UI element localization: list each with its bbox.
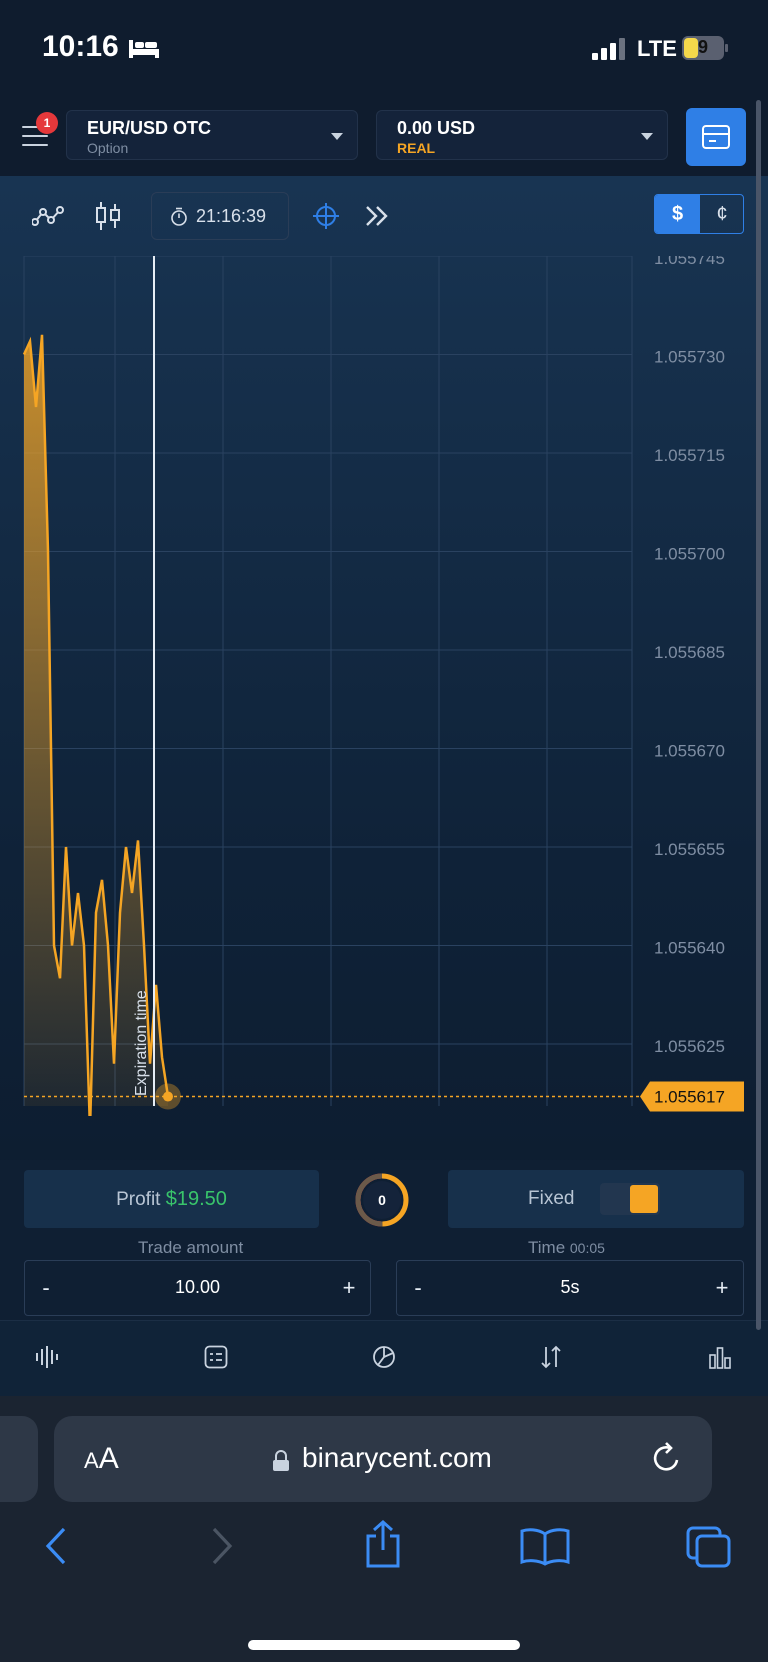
switch-knob	[630, 1185, 658, 1213]
trade-amount-stepper: - 10.00 +	[24, 1260, 371, 1316]
time-label-text: Time	[528, 1238, 566, 1257]
expiration-label: Expiration time	[133, 990, 150, 1096]
signal-icon	[592, 38, 625, 60]
asset-type: Option	[87, 140, 129, 156]
current-price-dot	[163, 1091, 173, 1102]
currency-usd-option[interactable]: $	[655, 195, 700, 233]
timer-value: 21:16:39	[196, 206, 267, 226]
chevron-down-icon	[331, 133, 343, 140]
sentiment-value: 0	[378, 1192, 386, 1208]
asset-selector[interactable]: EUR/USD OTC Option	[66, 110, 358, 160]
chart-grid	[23, 256, 633, 1106]
chart-toolbar: 21:16:39 $ ¢	[0, 192, 768, 248]
pie-chart-icon[interactable]	[372, 1345, 396, 1369]
fixed-label: Fixed	[528, 1188, 575, 1209]
expiry-timer[interactable]: 21:16:39	[151, 192, 289, 240]
currency-toggle[interactable]: $ ¢	[654, 194, 744, 234]
status-time: 10:16	[42, 30, 119, 63]
fixed-switch[interactable]	[600, 1183, 660, 1215]
bed-icon	[129, 40, 159, 58]
arrows-icon[interactable]	[540, 1345, 562, 1369]
chevron-down-icon	[641, 133, 653, 140]
time-label: Time 00:05	[528, 1238, 605, 1258]
trade-amount-label: Trade amount	[138, 1238, 244, 1257]
y-tick-label: 1.055625	[654, 1037, 725, 1056]
y-tick-label: 1.055685	[654, 643, 725, 662]
y-tick-label: 1.055745	[654, 256, 725, 268]
chevron-double-right-icon[interactable]	[364, 204, 390, 228]
network-label: LTE	[637, 36, 677, 61]
time-increase-button[interactable]: +	[707, 1275, 737, 1301]
y-tick-label: 1.055730	[654, 348, 725, 367]
sentiment-ring[interactable]: 0	[354, 1172, 410, 1228]
wallet-icon	[702, 125, 730, 149]
time-countdown: 00:05	[569, 1240, 605, 1256]
balance-selector[interactable]: 0.00 USD REAL	[376, 110, 668, 160]
current-price-tag: 1.055617	[640, 1081, 744, 1112]
balance-amount: 0.00 USD	[397, 118, 476, 138]
lock-icon	[273, 1450, 289, 1471]
battery-level: 9	[697, 37, 708, 57]
y-tick-label: 1.055670	[654, 742, 725, 761]
trade-amount-value[interactable]: 10.00	[65, 1277, 330, 1298]
y-tick-label: 1.055700	[654, 545, 725, 564]
current-price-value: 1.055617	[654, 1088, 725, 1107]
time-decrease-button[interactable]: -	[403, 1275, 433, 1301]
y-tick-label: 1.055715	[654, 446, 725, 465]
status-bar: 10:16 LTE 9	[0, 0, 768, 96]
chart-area[interactable]: 21:16:39 $ ¢ Expiration time 1.055745 1.…	[0, 176, 768, 1320]
account-type: REAL	[397, 140, 436, 156]
fixed-toggle-box: Fixed	[448, 1170, 744, 1228]
signals-icon[interactable]	[34, 1345, 60, 1369]
home-indicator	[248, 1640, 520, 1650]
previous-tab-preview[interactable]	[0, 1416, 38, 1502]
time-stepper: - 5s +	[396, 1260, 744, 1316]
deposit-button[interactable]	[686, 108, 746, 166]
browser-chrome: AA binarycent.com	[0, 1396, 768, 1662]
app-header: 1 EUR/USD OTC Option 0.00 USD REAL	[0, 96, 768, 176]
url-text[interactable]: binarycent.com	[302, 1442, 492, 1474]
reload-icon[interactable]	[650, 1440, 684, 1476]
battery-icon: 9	[682, 36, 728, 60]
price-chart[interactable]: Expiration time 1.055745 1.055730 1.055715…	[0, 256, 768, 1116]
checklist-icon[interactable]	[204, 1345, 228, 1369]
timer-icon	[171, 207, 187, 226]
indicators-icon[interactable]	[32, 206, 66, 226]
forward-icon[interactable]	[208, 1526, 236, 1566]
bar-chart-icon[interactable]	[708, 1345, 732, 1369]
bottom-nav	[0, 1320, 768, 1396]
profit-value: $19.50	[165, 1188, 227, 1210]
share-icon[interactable]	[362, 1520, 404, 1568]
reader-settings-button[interactable]: AA	[84, 1442, 119, 1476]
candlestick-icon[interactable]	[94, 200, 122, 232]
currency-cent-option[interactable]: ¢	[700, 195, 743, 233]
y-tick-label: 1.055655	[654, 840, 725, 859]
y-tick-label: 1.055640	[654, 939, 725, 958]
bookmarks-icon[interactable]	[520, 1526, 570, 1566]
profit-display: Profit $19.50	[24, 1170, 319, 1228]
back-icon[interactable]	[42, 1526, 70, 1566]
page-scrollbar[interactable]	[756, 100, 761, 1330]
amount-increase-button[interactable]: +	[334, 1275, 364, 1301]
notification-badge: 1	[36, 112, 58, 134]
crosshair-icon[interactable]	[312, 202, 340, 230]
trade-panel: Profit $19.50 0 Fixed Trade amount - 10.…	[0, 1160, 768, 1320]
amount-decrease-button[interactable]: -	[31, 1275, 61, 1301]
time-value[interactable]: 5s	[437, 1277, 703, 1298]
y-axis-labels: 1.055745 1.055730 1.055715 1.055700 1.055685…	[654, 256, 725, 1056]
address-bar[interactable]: AA binarycent.com	[54, 1416, 712, 1502]
tabs-icon[interactable]	[686, 1526, 732, 1568]
asset-name: EUR/USD OTC	[87, 118, 212, 138]
profit-label: Profit	[116, 1189, 161, 1210]
